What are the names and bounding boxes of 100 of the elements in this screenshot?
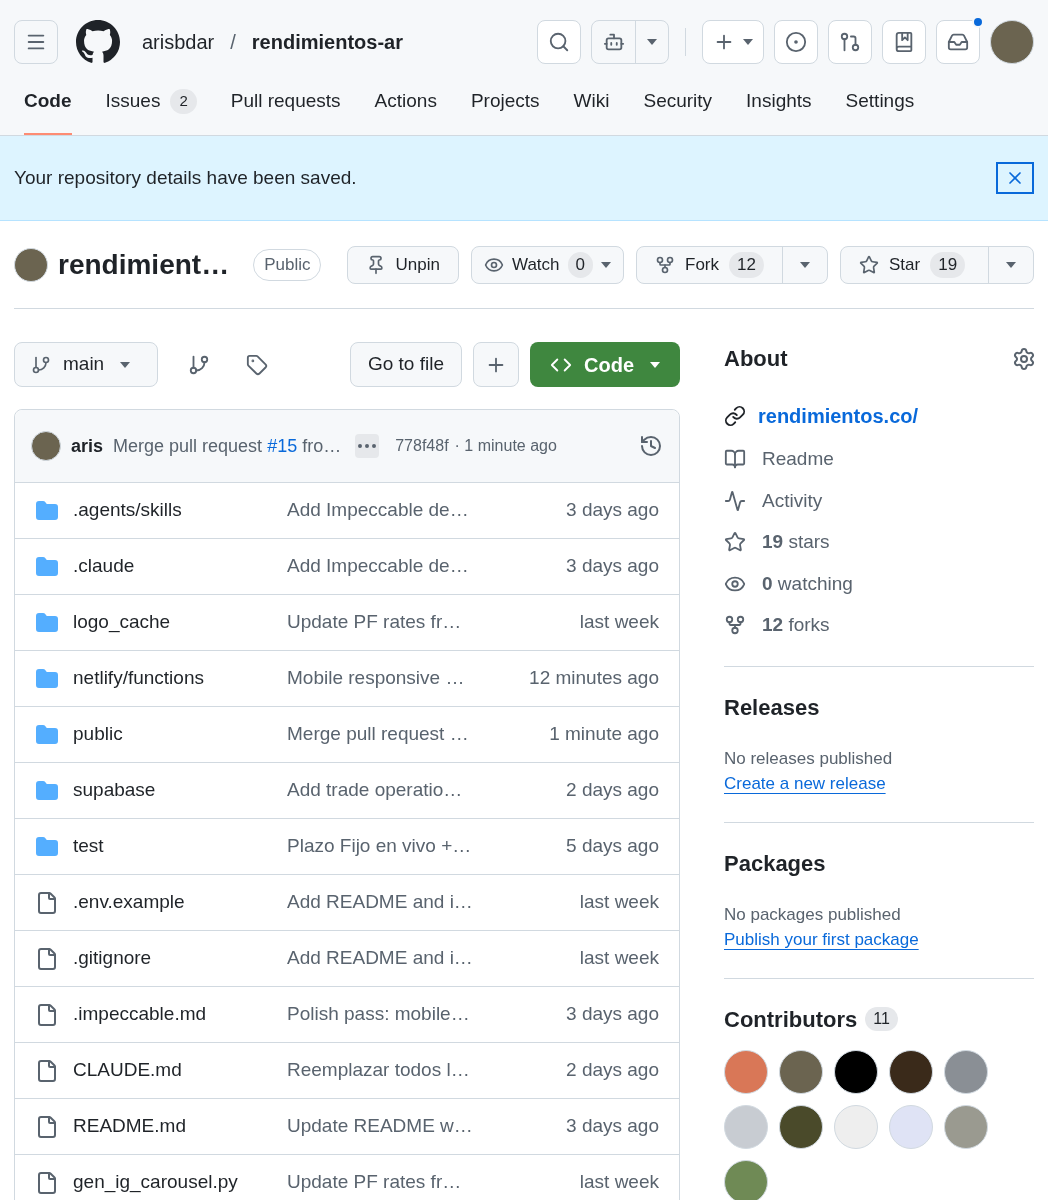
issues-button[interactable] <box>774 20 818 64</box>
file-name[interactable]: .claude <box>73 552 287 581</box>
go-to-file-button[interactable]: Go to file <box>349 342 462 387</box>
file-name[interactable]: supabase <box>73 776 287 805</box>
nav-tab[interactable]: Settings <box>845 84 915 135</box>
folder-icon <box>35 554 59 579</box>
commit-time: last week <box>579 610 659 635</box>
star-button[interactable]: Star 19 <box>841 247 989 283</box>
logo-icon[interactable] <box>76 20 120 64</box>
commit-message[interactable]: Merge pull request … <box>287 720 487 749</box>
about-link[interactable]: Readme <box>762 445 834 474</box>
file-name[interactable]: CLAUDE.md <box>73 1056 287 1085</box>
nav-tab[interactable]: Actions <box>374 84 437 135</box>
commit-time: 3 days ago <box>566 1114 659 1139</box>
commit-author[interactable]: aris <box>71 432 104 460</box>
commit-message[interactable]: Add Impeccable de… <box>287 552 487 581</box>
file-icon <box>35 1002 59 1027</box>
star-button-group[interactable]: Star 19 <box>840 246 1034 284</box>
file-name[interactable]: .impeccable.md <box>73 1000 287 1029</box>
commit-message[interactable]: Polish pass: mobile… <box>287 1000 487 1029</box>
commit-message[interactable]: Update README w… <box>287 1112 487 1141</box>
nav-tab[interactable]: Projects <box>470 84 540 135</box>
nav-tab[interactable]: Security <box>643 84 713 135</box>
commit-time: last week <box>579 890 659 915</box>
commit-time: 3 days ago <box>566 498 659 523</box>
file-name[interactable]: test <box>73 832 287 861</box>
branches-button[interactable] <box>188 353 210 376</box>
settings-icon[interactable] <box>1012 346 1036 371</box>
nav-tab[interactable]: Pull requests <box>230 84 341 135</box>
inbox-button[interactable] <box>936 20 980 64</box>
commit-message[interactable]: Mobile responsive … <box>287 664 487 693</box>
commit-message[interactable]: Add trade operatio… <box>287 776 487 805</box>
commit-message[interactable]: Update PF rates fr… <box>287 608 487 637</box>
path-separator: / <box>230 30 236 55</box>
about-link[interactable]: 0 watching <box>762 569 853 598</box>
owner-link[interactable]: arisbdar <box>142 27 215 57</box>
pull-request-link[interactable]: #15 <box>267 435 298 456</box>
file-name[interactable]: gen_ig_carousel.py <box>73 1168 287 1197</box>
caret-icon <box>120 361 131 368</box>
menu-button[interactable] <box>14 20 58 64</box>
folder-icon <box>35 498 59 523</box>
code-button[interactable]: Code <box>530 342 680 387</box>
section-heading: Packages <box>724 849 827 878</box>
search-button[interactable] <box>537 20 581 64</box>
folder-icon <box>35 666 59 691</box>
file-name[interactable]: .agents/skills <box>73 496 287 525</box>
nav-tab[interactable]: Insights <box>746 84 812 135</box>
watch-button[interactable]: Watch 0 <box>471 246 624 284</box>
repo-link[interactable]: rendimientos-ar <box>251 27 403 57</box>
folder-icon <box>35 834 59 859</box>
avatar[interactable] <box>889 1049 933 1094</box>
avatar[interactable] <box>779 1104 823 1149</box>
commit-time: 12 minutes ago <box>529 666 659 691</box>
issue-icon <box>785 31 807 53</box>
copilot-button[interactable] <box>591 20 669 64</box>
branch-selector[interactable]: main <box>14 342 158 387</box>
file-name[interactable]: .env.example <box>73 888 287 917</box>
add-file-button[interactable] <box>473 342 519 387</box>
fork-button-group[interactable]: Fork 12 <box>636 246 828 284</box>
ellipsis-icon[interactable] <box>355 434 380 458</box>
commit-message[interactable]: Plazo Fijo en vivo +… <box>287 832 487 861</box>
nav-tab[interactable]: Issues 2 <box>105 84 197 135</box>
nav-tab[interactable]: Wiki <box>573 84 610 135</box>
count-badge: 11 <box>865 1007 898 1031</box>
website-link[interactable]: rendimientos.co/ <box>758 401 919 431</box>
create-button[interactable] <box>702 20 764 64</box>
file-name[interactable]: logo_cache <box>73 608 287 637</box>
commit-message[interactable]: Reemplazar todos l… <box>287 1056 487 1085</box>
file-name[interactable]: public <box>73 720 287 749</box>
history-icon[interactable] <box>639 434 663 458</box>
commit-message[interactable]: Add README and i… <box>287 888 487 917</box>
repositories-button[interactable] <box>882 20 926 64</box>
caret-icon <box>650 361 660 368</box>
caret-icon <box>601 262 611 268</box>
tags-button[interactable] <box>246 353 268 376</box>
avatar[interactable] <box>834 1049 878 1094</box>
commit-time: 2 days ago <box>566 778 659 803</box>
file-icon <box>35 890 59 915</box>
file-name[interactable]: netlify/functions <box>73 664 287 693</box>
about-link[interactable]: Activity <box>762 486 823 515</box>
commit-time: last week <box>579 1170 659 1195</box>
about-link[interactable]: 12 forks <box>762 611 830 640</box>
count-badge: 19 <box>930 252 966 278</box>
create-link[interactable]: Create a new release <box>724 774 886 793</box>
file-name[interactable]: README.md <box>73 1112 287 1141</box>
create-link[interactable]: Publish your first package <box>724 930 919 949</box>
repo-title: rendimient… <box>58 248 230 282</box>
fork-button[interactable]: Fork 12 <box>637 247 783 283</box>
pull-requests-button[interactable] <box>828 20 872 64</box>
about-link[interactable]: 19 stars <box>762 528 830 557</box>
folder-icon <box>35 778 59 803</box>
commit-message[interactable]: Add Impeccable de… <box>287 496 487 525</box>
file-icon <box>35 1058 59 1083</box>
caret-icon <box>743 39 753 45</box>
file-name[interactable]: .gitignore <box>73 944 287 973</box>
close-button[interactable] <box>996 162 1034 194</box>
commit-message[interactable]: Update PF rates fr… <box>287 1168 487 1197</box>
unpin-button[interactable]: Unpin <box>346 246 459 284</box>
folder-icon <box>35 722 59 747</box>
commit-message[interactable]: Add README and i… <box>287 944 487 973</box>
